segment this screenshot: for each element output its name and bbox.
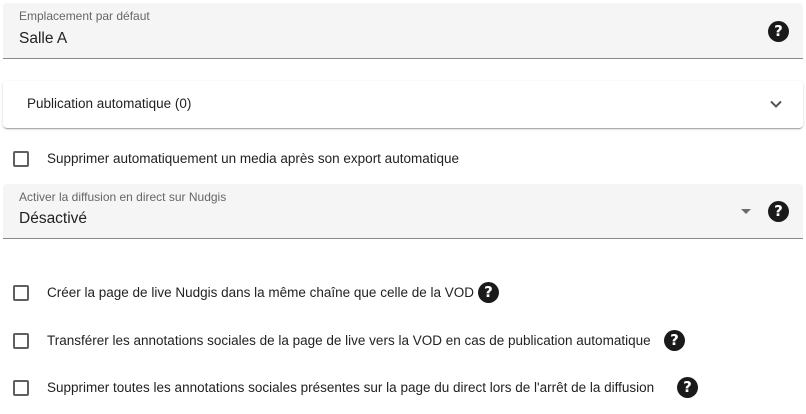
default-location-field[interactable]: Emplacement par défaut Salle A ?	[3, 3, 803, 59]
help-circle-icon[interactable]: ?	[768, 201, 789, 222]
option-delete-annotations[interactable]: Supprimer toutes les annotations sociale…	[0, 377, 720, 401]
live-streaming-select[interactable]: Activer la diffusion en direct sur Nudgi…	[3, 184, 803, 239]
default-location-label: Emplacement par défaut	[19, 9, 150, 23]
option-transfer-annotations[interactable]: Transférer les annotations sociales de l…	[0, 330, 700, 354]
help-circle-icon[interactable]: ?	[478, 282, 499, 303]
help-circle-icon[interactable]: ?	[664, 330, 685, 351]
help-circle-icon[interactable]: ?	[677, 377, 698, 398]
delete-annotations-label: Supprimer toutes les annotations sociale…	[47, 380, 655, 395]
dropdown-caret-icon[interactable]	[741, 209, 751, 214]
auto-delete-option[interactable]: Supprimer automatiquement un media après…	[0, 148, 560, 172]
auto-publication-title: Publication automatique (0)	[27, 96, 192, 111]
live-streaming-label: Activer la diffusion en direct sur Nudgi…	[19, 190, 227, 204]
live-streaming-value[interactable]: Désactivé	[19, 210, 87, 228]
transfer-annotations-checkbox[interactable]	[13, 333, 29, 349]
create-live-page-label: Créer la page de live Nudgis dans la mêm…	[47, 285, 474, 300]
option-create-live-page[interactable]: Créer la page de live Nudgis dans la mêm…	[0, 282, 520, 306]
default-location-value[interactable]: Salle A	[19, 30, 67, 48]
auto-publication-panel[interactable]: Publication automatique (0)	[3, 81, 803, 128]
chevron-down-icon[interactable]	[769, 97, 783, 111]
auto-delete-label: Supprimer automatiquement un media après…	[47, 151, 459, 166]
create-live-page-checkbox[interactable]	[13, 285, 29, 301]
delete-annotations-checkbox[interactable]	[13, 380, 29, 396]
transfer-annotations-label: Transférer les annotations sociales de l…	[47, 333, 651, 348]
auto-delete-checkbox[interactable]	[13, 151, 29, 167]
help-circle-icon[interactable]: ?	[768, 21, 789, 42]
